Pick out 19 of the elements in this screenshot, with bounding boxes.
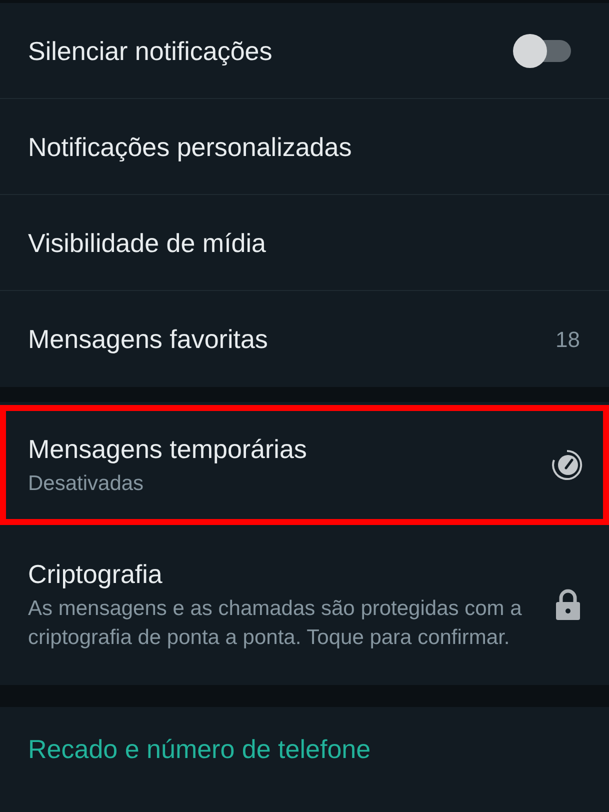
item-title: Mensagens favoritas: [28, 323, 268, 355]
settings-item[interactable]: Visibilidade de mídia: [0, 195, 609, 291]
settings-item[interactable]: Criptografia As mensagens e as chamadas são protegidas com a criptografia de ponta a ponta. Toque para confirmar.: [0, 525, 609, 685]
item-title: Silenciar notificações: [28, 34, 272, 66]
settings-item[interactable]: Mensagens favoritas 18: [0, 291, 609, 387]
timer-icon: [551, 449, 583, 481]
section-link: Recado e número de telefone: [28, 733, 371, 765]
lock-icon: [555, 589, 581, 621]
settings-item[interactable]: Notificações personalizadas: [0, 99, 609, 195]
item-title: Criptografia: [28, 558, 164, 590]
item-subtitle: As mensagens e as chamadas são protegidas com a criptografia de ponta a ponta. Toque para confirmar.: [28, 596, 523, 651]
item-count: 18: [556, 326, 580, 354]
item-title: Mensagens temporárias: [28, 432, 307, 464]
item-title: Visibilidade de mídia: [28, 226, 266, 258]
toggle-switch[interactable]: [513, 32, 571, 68]
settings-item[interactable]: Silenciar notificações: [0, 3, 609, 99]
settings-item[interactable]: Mensagens temporárias Desativadas: [0, 405, 609, 525]
item-title: Notificações personalizadas: [28, 130, 352, 162]
item-subtitle: Desativadas: [28, 470, 145, 496]
